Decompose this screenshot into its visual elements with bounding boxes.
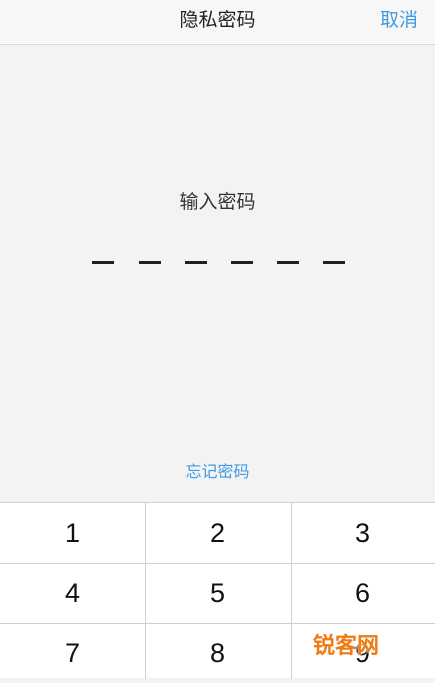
keypad-divider bbox=[0, 623, 435, 624]
pin-slot-3 bbox=[185, 261, 207, 264]
keypad-divider bbox=[0, 563, 435, 564]
key-6[interactable]: 6 bbox=[290, 563, 435, 623]
key-4[interactable]: 4 bbox=[0, 563, 145, 623]
key-5[interactable]: 5 bbox=[145, 563, 290, 623]
passcode-area: 输入密码 忘记密码 bbox=[0, 46, 435, 502]
pin-slot-5 bbox=[277, 261, 299, 264]
key-8[interactable]: 8 bbox=[145, 623, 290, 683]
keypad-divider bbox=[291, 503, 292, 679]
cancel-button[interactable]: 取消 bbox=[380, 0, 418, 45]
key-7[interactable]: 7 bbox=[0, 623, 145, 683]
page-title: 隐私密码 bbox=[179, 10, 256, 31]
pin-slot-1 bbox=[92, 261, 114, 264]
forgot-password-link[interactable]: 忘记密码 bbox=[0, 458, 435, 482]
pin-slot-6 bbox=[323, 261, 345, 264]
keypad-divider bbox=[145, 503, 146, 679]
pin-slot-4 bbox=[231, 261, 253, 264]
navigation-bar: 隐私密码 取消 bbox=[0, 0, 435, 45]
key-2[interactable]: 2 bbox=[145, 503, 290, 563]
pin-slot-2 bbox=[139, 261, 161, 264]
key-3[interactable]: 3 bbox=[290, 503, 435, 563]
key-1[interactable]: 1 bbox=[0, 503, 145, 563]
pin-indicator bbox=[92, 261, 346, 265]
passcode-prompt: 输入密码 bbox=[179, 192, 256, 213]
site-watermark: 锐客网 bbox=[313, 633, 380, 658]
